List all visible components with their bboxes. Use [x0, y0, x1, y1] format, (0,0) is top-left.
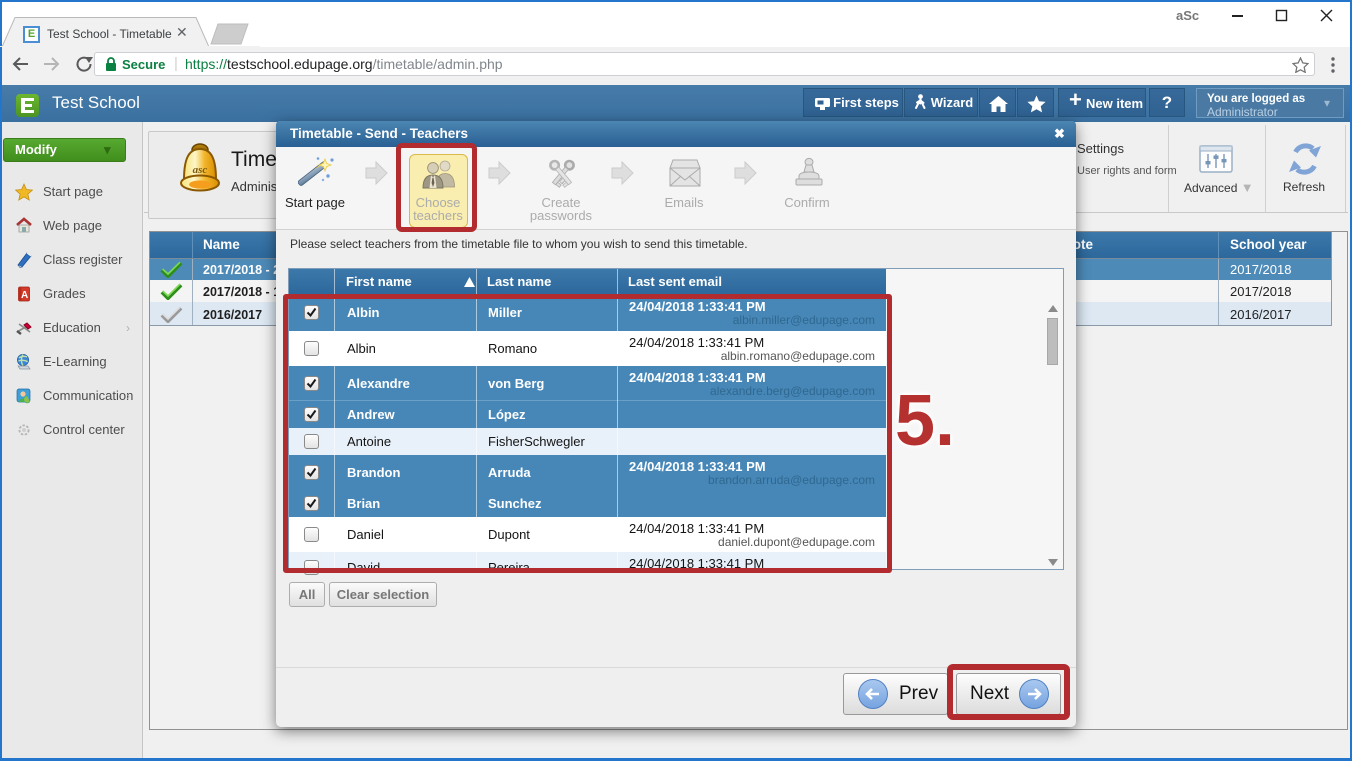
svg-text:asc: asc [193, 164, 208, 176]
svg-text:A: A [21, 290, 28, 301]
